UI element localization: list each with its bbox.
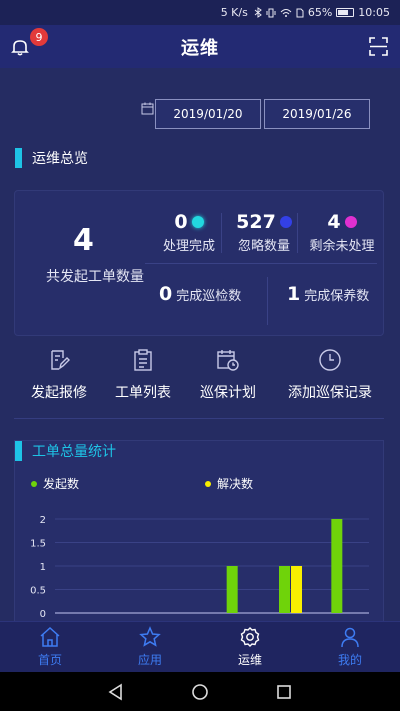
- page-title: 运维: [181, 37, 219, 59]
- bottom-tab-bar: 首页 应用 运维 我的: [0, 621, 400, 672]
- status-bar: 5 K/s 65% 10:05: [0, 0, 400, 25]
- notification-badge: 9: [30, 28, 48, 46]
- y-tick-label: 0.5: [30, 586, 46, 597]
- wifi-icon: [280, 8, 292, 17]
- ticket-stats-chart-card: 工单总量统计 发起数 解决数 0 0.5 1 1.5 2: [14, 440, 384, 621]
- tab-operations[interactable]: 运维: [200, 622, 300, 672]
- tab-label: 首页: [37, 653, 62, 667]
- divider: [145, 263, 377, 264]
- main-content: 2019/01/20 2019/01/26 运维总览 4 共发起工单数量 0 处…: [0, 68, 400, 621]
- home-circle-icon[interactable]: [191, 683, 209, 701]
- start-date-value: 2019/01/20: [173, 107, 243, 121]
- calendar-icon[interactable]: [141, 102, 154, 115]
- action-label: 发起报修: [31, 385, 87, 401]
- section-accent-bar: [15, 148, 22, 168]
- stat-ignored[interactable]: 527 忽略数量: [225, 211, 303, 254]
- bluetooth-icon: [254, 7, 262, 18]
- stat-completed[interactable]: 0 处理完成: [149, 211, 229, 254]
- edit-icon: [51, 350, 70, 370]
- start-date-field[interactable]: 2019/01/20: [155, 99, 261, 129]
- divider: [267, 277, 268, 325]
- battery-icon: [336, 8, 355, 17]
- clock-time: 10:05: [358, 6, 390, 19]
- scan-icon[interactable]: [369, 37, 388, 56]
- back-icon[interactable]: [107, 683, 125, 701]
- bell-icon[interactable]: [10, 37, 30, 57]
- battery-percent: 65%: [307, 6, 333, 19]
- home-icon: [40, 626, 60, 647]
- bar-initiated[interactable]: [331, 519, 343, 613]
- status-icons: 65% 10:05: [254, 6, 390, 19]
- total-ticket-label: 共发起工单数量: [46, 269, 144, 285]
- completed-dot: [191, 216, 204, 228]
- action-add-maintenance-record[interactable]: 添加巡保记录: [280, 348, 380, 418]
- bar-chart: 0 0.5 1 1.5 2: [30, 515, 369, 620]
- tab-profile[interactable]: 我的: [300, 622, 400, 672]
- tab-label: 应用: [137, 653, 162, 667]
- clock-icon: [319, 349, 341, 371]
- y-tick-label: 1: [40, 562, 46, 573]
- y-tick-label: 1.5: [30, 539, 46, 550]
- star-icon: [139, 626, 161, 647]
- y-tick-label: 0: [40, 609, 46, 620]
- overview-section-title: 运维总览: [15, 148, 88, 168]
- action-label: 添加巡保记录: [288, 385, 372, 401]
- overview-card: 4 共发起工单数量 0 处理完成 527 忽略数量 4 剩余未处理 0 完成巡检…: [14, 190, 384, 336]
- total-ticket-count: 4: [73, 223, 94, 258]
- calendar-clock-icon: [217, 350, 239, 371]
- action-maintenance-plan[interactable]: 巡保计划: [197, 348, 259, 418]
- divider: [297, 213, 298, 253]
- recent-apps-icon[interactable]: [275, 683, 293, 701]
- y-tick-label: 2: [40, 515, 46, 526]
- stat-maintenance[interactable]: 1 完成保养数: [287, 283, 369, 305]
- gear-icon: [240, 627, 260, 647]
- person-icon: [341, 627, 359, 648]
- vibrate-icon: [266, 8, 276, 17]
- tab-apps[interactable]: 应用: [100, 622, 200, 672]
- action-ticket-list[interactable]: 工单列表: [112, 348, 174, 418]
- clipboard-icon: [134, 349, 152, 371]
- action-label: 巡保计划: [200, 385, 256, 401]
- remaining-dot: [344, 216, 357, 228]
- divider: [14, 418, 384, 419]
- stat-inspection[interactable]: 0 完成巡检数: [159, 283, 241, 305]
- action-label: 工单列表: [115, 385, 171, 401]
- bar-initiated[interactable]: [226, 566, 238, 613]
- action-report-repair[interactable]: 发起报修: [28, 348, 90, 418]
- divider: [221, 213, 222, 253]
- stat-remaining[interactable]: 4 剩余未处理: [301, 211, 383, 254]
- ignored-dot: [279, 216, 292, 228]
- tab-label: 运维: [237, 653, 262, 667]
- sim-icon: [296, 8, 304, 17]
- system-nav-bar: [0, 672, 400, 711]
- end-date-field[interactable]: 2019/01/26: [264, 99, 370, 129]
- app-header: 9 运维: [0, 25, 400, 68]
- tab-home[interactable]: 首页: [0, 622, 100, 672]
- bar-initiated[interactable]: [279, 566, 290, 613]
- end-date-value: 2019/01/26: [282, 107, 352, 121]
- bar-resolved[interactable]: [291, 566, 302, 613]
- tab-label: 我的: [337, 653, 362, 667]
- network-speed: 5 K/s: [220, 6, 248, 19]
